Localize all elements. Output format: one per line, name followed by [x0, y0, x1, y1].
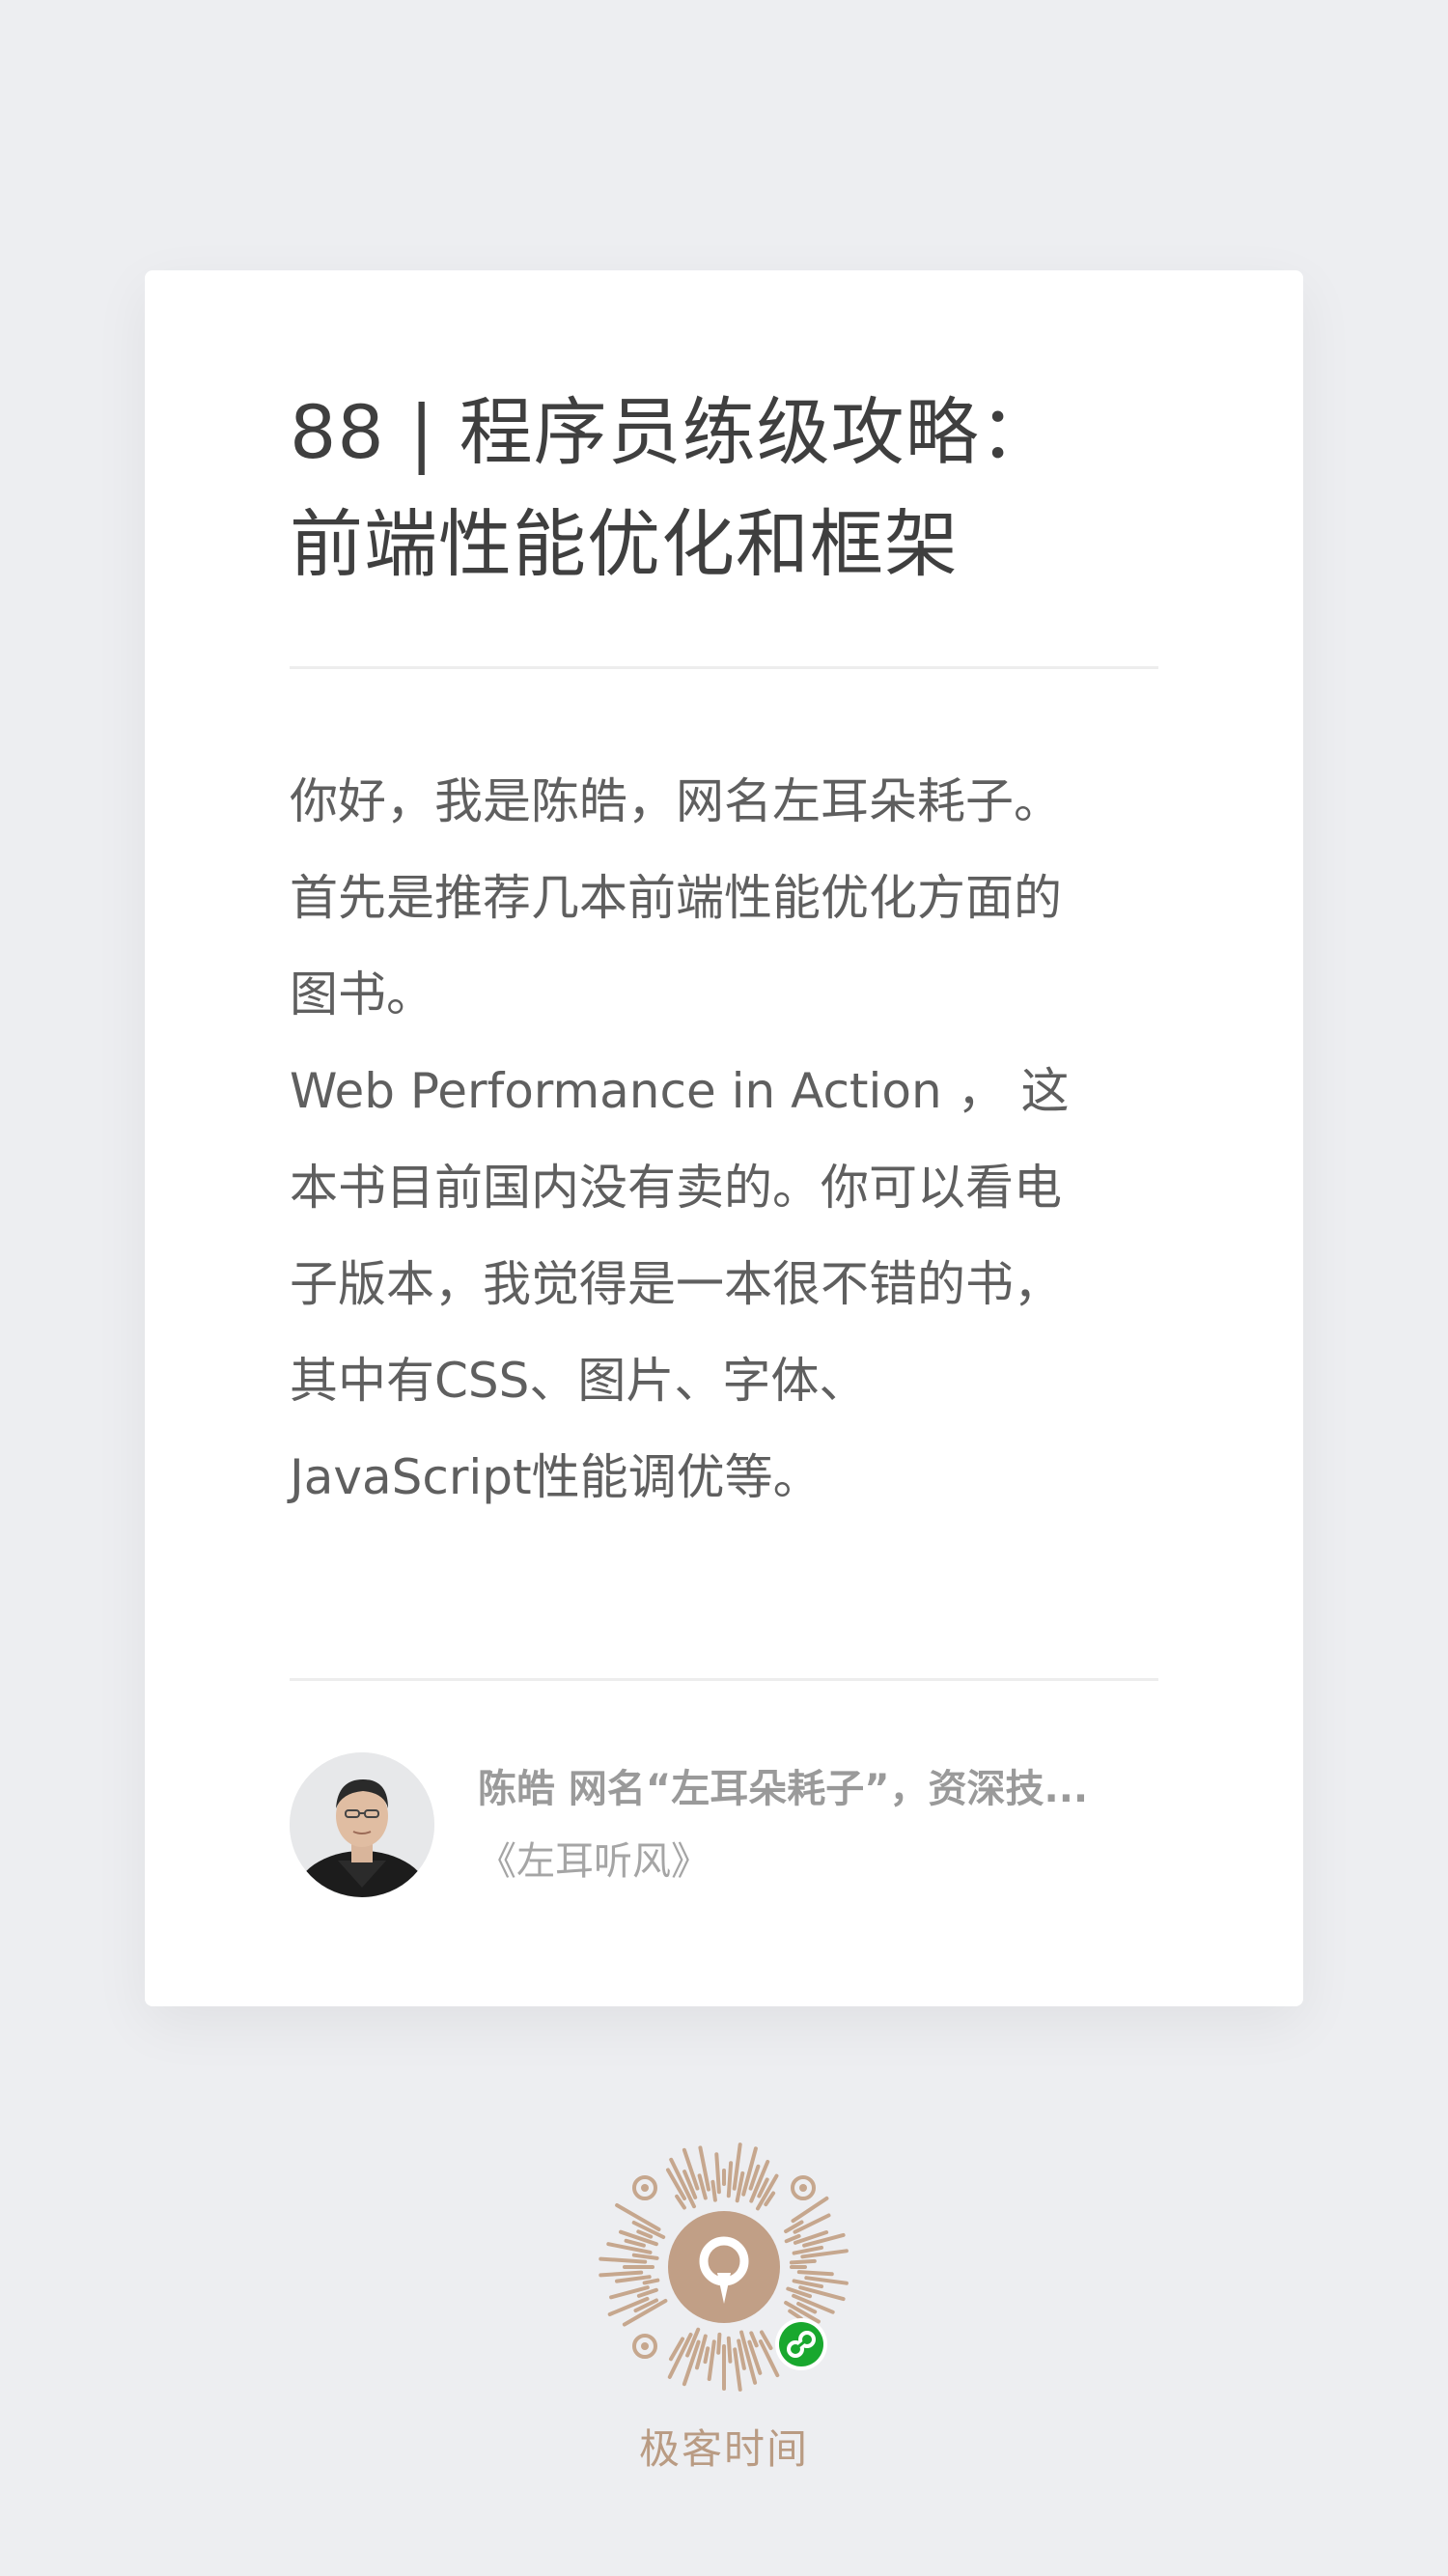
article-excerpt: 你好，我是陈皓，网名左耳朵耗子。 首先是推荐几本前端性能优化方面的 图书。 We…: [290, 753, 1158, 1526]
article-title-line: 88 | 程序员练级攻略：: [290, 389, 1054, 475]
article-card: 88 | 程序员练级攻略： 前端性能优化和框架 你好，我是陈皓，网名左耳朵耗子。…: [145, 270, 1303, 2006]
excerpt-line: 其中有CSS、图片、字体、: [290, 1353, 868, 1409]
qr-ray: [792, 2245, 823, 2255]
mini-program-code-icon: [599, 2142, 849, 2392]
excerpt-line: 首先是推荐几本前端性能优化方面的: [290, 870, 1062, 926]
excerpt-line: 子版本，我觉得是一本很不错的书，: [290, 1256, 1062, 1312]
title-divider: [290, 666, 1158, 669]
brand-name: 极客时间: [638, 2425, 809, 2473]
brand-logo-icon: [668, 2211, 780, 2323]
article-title: 88 | 程序员练级攻略： 前端性能优化和框架: [290, 377, 1158, 601]
qr-ray: [624, 2238, 646, 2248]
author-portrait-icon: [290, 1752, 434, 1897]
qr-ray: [789, 2258, 817, 2265]
author-info: 陈皓 网名“左耳朵耗子”，资深技... 《左耳听风》: [290, 1752, 1158, 1899]
mini-program-code[interactable]: [595, 2138, 853, 2396]
qr-ray: [631, 2253, 659, 2260]
excerpt-line: Web Performance in Action ， 这: [290, 1063, 1070, 1119]
qr-ray: [703, 2346, 710, 2365]
qr-ray: [714, 2152, 721, 2195]
qr-ray: [716, 2332, 722, 2355]
qr-ray: [796, 2270, 834, 2277]
qr-ray: [599, 2270, 644, 2278]
qr-ray: [733, 2347, 742, 2392]
excerpt-line: 图书。: [290, 966, 434, 1022]
qr-ray: [615, 2275, 652, 2283]
author-avatar: [290, 1752, 434, 1897]
mini-program-link-icon: [775, 2318, 827, 2370]
excerpt-line: 本书目前国内没有卖的。你可以看电: [290, 1160, 1062, 1216]
qr-ray: [642, 2278, 660, 2285]
qr-ray: [707, 2339, 716, 2381]
qr-ray: [735, 2170, 745, 2203]
qr-ray: [749, 2331, 759, 2348]
qr-ray: [599, 2256, 648, 2264]
qr-ray: [710, 2179, 717, 2202]
author-book: 《左耳听风》: [478, 1839, 710, 1884]
author-divider: [290, 1678, 1158, 1681]
qr-ray: [792, 2279, 823, 2289]
article-title-line: 前端性能优化和框架: [290, 501, 959, 587]
author-name: 陈皓 网名“左耳朵耗子”，资深技...: [478, 1767, 1089, 1811]
qr-ray: [804, 2276, 849, 2285]
qr-ray: [726, 2336, 733, 2364]
qr-ray: [636, 2229, 654, 2239]
excerpt-line: 你好，我是陈皓，网名左耳朵耗子。: [290, 773, 1062, 829]
excerpt-line: JavaScript性能调优等。: [290, 1449, 821, 1505]
qr-ray: [726, 2161, 734, 2198]
